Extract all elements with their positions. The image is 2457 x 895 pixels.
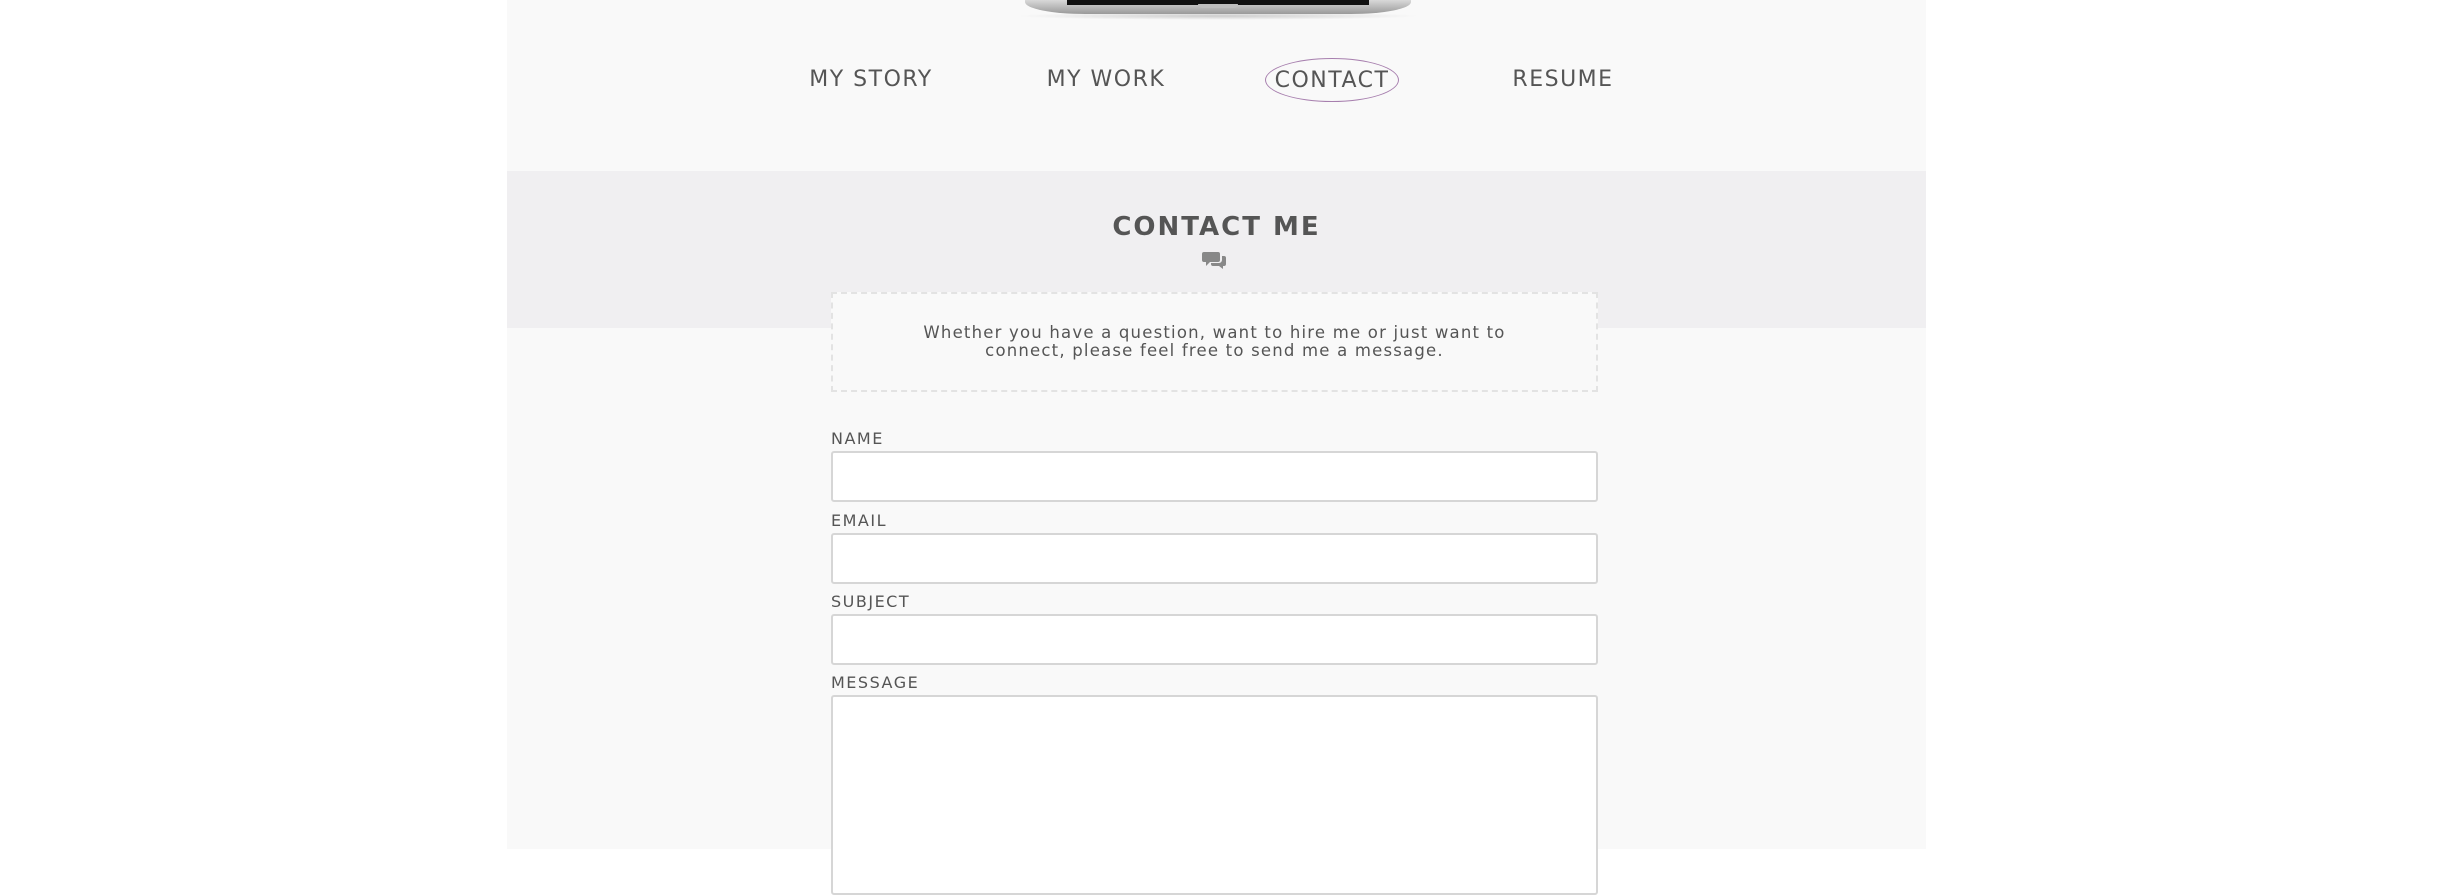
email-input[interactable] [831, 533, 1598, 584]
laptop-image [1015, 0, 1421, 20]
chat-bubbles-icon [1202, 252, 1226, 269]
page-container: MY STORY MY WORK CONTACT RESUME CONTACT … [507, 0, 1926, 895]
main-nav: MY STORY MY WORK CONTACT RESUME [507, 58, 1926, 102]
nav-resume[interactable]: RESUME [1506, 58, 1620, 102]
nav-my-work[interactable]: MY WORK [1038, 58, 1174, 102]
email-label: EMAIL [831, 511, 887, 530]
message-label: MESSAGE [831, 673, 920, 692]
name-label: NAME [831, 429, 884, 448]
intro-box: Whether you have a question, want to hir… [831, 292, 1598, 392]
subject-label: SUBJECT [831, 592, 911, 611]
nav-my-story[interactable]: MY STORY [804, 58, 938, 102]
intro-text: Whether you have a question, want to hir… [923, 323, 1506, 360]
message-textarea[interactable] [831, 695, 1598, 895]
nav-contact[interactable]: CONTACT [1265, 58, 1399, 102]
contact-title: CONTACT ME [1112, 212, 1321, 242]
name-input[interactable] [831, 451, 1598, 502]
subject-input[interactable] [831, 614, 1598, 665]
